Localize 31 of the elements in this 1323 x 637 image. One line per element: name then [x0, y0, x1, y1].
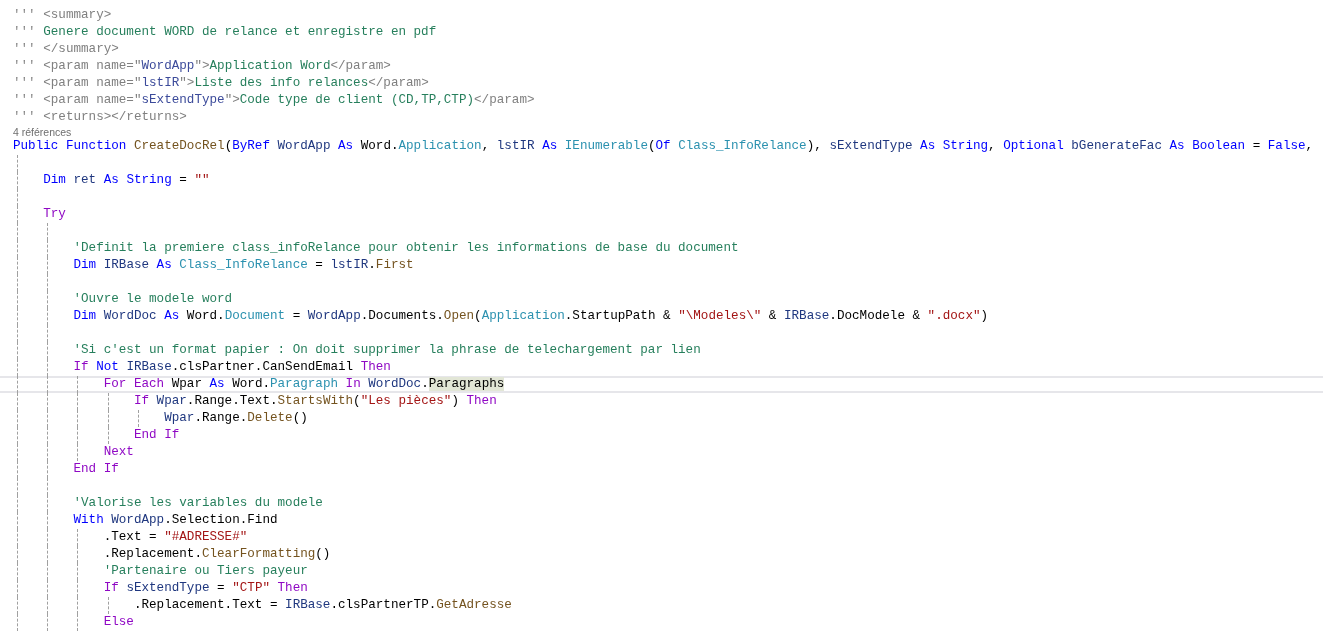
- code-line: Wpar.Range.Delete(): [163, 412, 308, 425]
- code-line: Dim IRBase As Class_InfoRelance = lstIR.First: [72, 259, 414, 272]
- code-line: ''' <param name="lstIR">Liste des info relances</param>: [13, 77, 429, 90]
- code-line: ''' <summary>: [13, 9, 112, 22]
- code-line: ''' </summary>: [13, 43, 119, 56]
- code-line: With WordApp.Selection.Find: [72, 514, 278, 527]
- code-line: Next: [102, 446, 134, 459]
- reference-count-link[interactable]: 4 références: [13, 126, 72, 138]
- code-line: .Replacement.Text = IRBase.clsPartnerTP.GetAdresse: [132, 599, 512, 612]
- code-line: Else: [102, 616, 134, 629]
- code-line: .Text = "#ADRESSE#": [102, 531, 248, 544]
- code-line: ''' <param name="WordApp">Application Word</param>: [13, 60, 391, 73]
- code-line: ''' <param name="sExtendType">Code type de client (CD,TP,CTP)</param>: [13, 94, 535, 107]
- code-line: 'Si c'est un format papier : On doit supprimer la phrase de telechargement par lien: [72, 344, 701, 357]
- code-line: Dim WordDoc As Word.Document = WordApp.Documents.Open(Application.StartupPath & "\Modeles\" & IRBase.DocModele & ".docx"): [72, 310, 989, 323]
- code-line: ''' <returns></returns>: [13, 111, 187, 124]
- code-line: End If: [132, 429, 180, 442]
- code-line: If Not IRBase.clsPartner.CanSendEmail Then: [72, 361, 391, 374]
- code-line: Public Function CreateDocRel(ByRef WordApp As Word.Application, lstIR As IEnumerable(Of Class_InfoRelance), sExtendType As String, Optional bGenerateFac As Boolean = False,: [13, 140, 1314, 153]
- code-line: End If: [72, 463, 119, 476]
- code-line: 'Valorise les variables du modele: [72, 497, 323, 510]
- code-line: If Wpar.Range.Text.StartsWith("Les pièces") Then: [132, 395, 497, 408]
- code-line: For Each Wpar As Word.Paragraph In WordDoc.Paragraphs: [102, 378, 505, 391]
- code-line: If sExtendType = "CTP" Then: [102, 582, 308, 595]
- code-line: ''' Genere document WORD de relance et enregistre en pdf: [13, 26, 437, 39]
- code-line: 'Ouvre le modele word: [72, 293, 233, 306]
- code-line: Try: [42, 208, 66, 221]
- code-line: 'Partenaire ou Tiers payeur: [102, 565, 308, 578]
- code-line: 'Definit la premiere class_infoRelance pour obtenir les informations de base du document: [72, 242, 739, 255]
- code-line: .Replacement.ClearFormatting(): [102, 548, 331, 561]
- code-line: Dim ret As String = "": [42, 174, 210, 187]
